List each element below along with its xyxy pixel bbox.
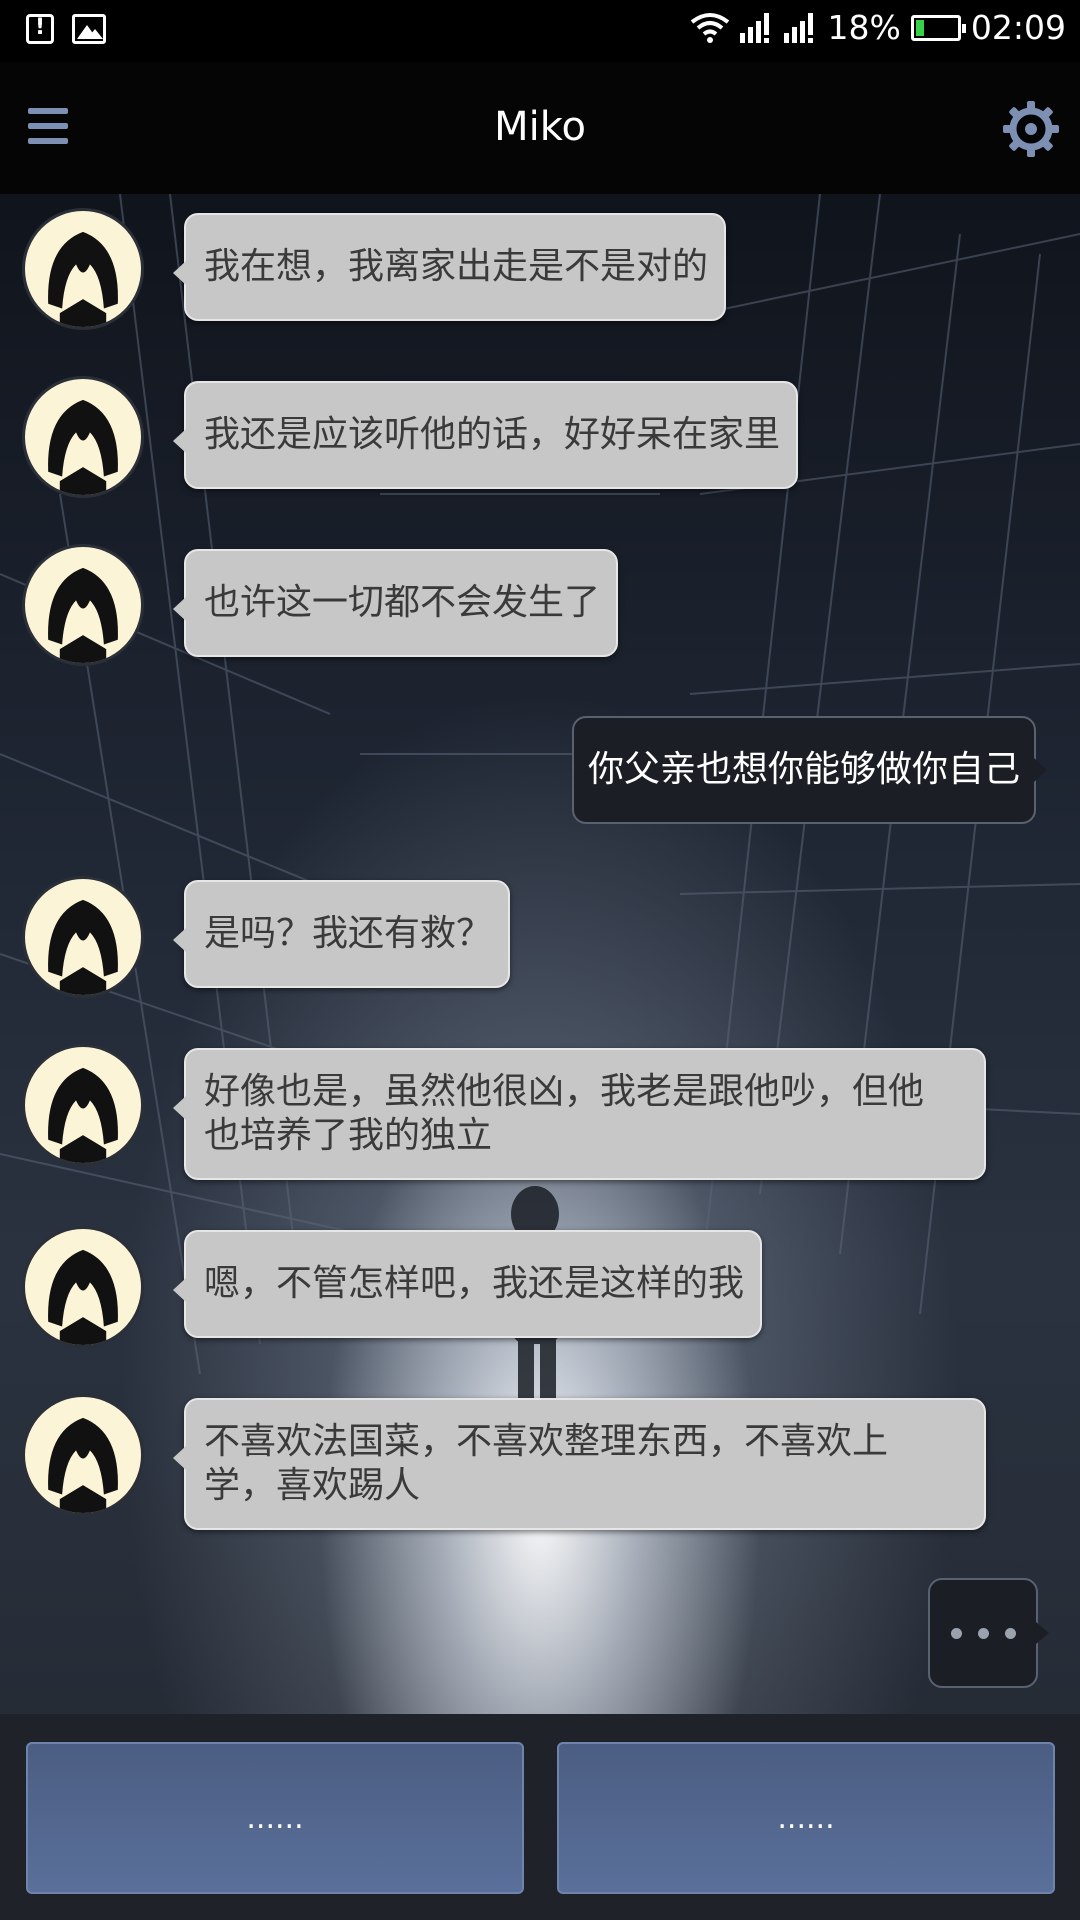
page-title: Miko xyxy=(494,104,586,150)
signal-icon xyxy=(739,12,769,43)
avatar[interactable] xyxy=(22,1394,144,1516)
battery-icon xyxy=(910,14,966,41)
avatar[interactable] xyxy=(22,376,144,498)
avatar[interactable] xyxy=(22,876,144,998)
message-line: 也培养了我的独立 xyxy=(204,1115,493,1156)
app-bar: Miko xyxy=(0,62,1080,194)
avatar[interactable] xyxy=(22,1226,144,1348)
message-line: 学，喜欢踢人 xyxy=(204,1465,421,1506)
message-bubble: 不喜欢法国菜，不喜欢整理东西，不喜欢上 学，喜欢踢人 xyxy=(173,1398,986,1530)
avatar[interactable] xyxy=(22,544,144,666)
gear-icon[interactable] xyxy=(1002,100,1060,158)
typing-indicator xyxy=(928,1578,1049,1688)
user-message-bubble: 你父亲也想你能够做你自己 xyxy=(571,716,1048,824)
message-line: 不喜欢法国菜，不喜欢整理东西，不喜欢上 xyxy=(204,1421,889,1462)
wifi-icon xyxy=(690,12,729,43)
message-bubble: 也许这一切都不会发生了 xyxy=(172,549,619,657)
signal-icon xyxy=(783,12,813,43)
reply-panel: ...... ...... xyxy=(0,1714,1080,1920)
message-line: 好像也是，虽然他很凶，我老是跟他吵，但他 xyxy=(204,1071,925,1112)
message-bubble: 是吗？我还有救？ xyxy=(172,880,511,988)
message-bubble: 我在想，我离家出走是不是对的 xyxy=(172,213,727,321)
message-bubble: 嗯，不管怎样吧，我还是这样的我 xyxy=(172,1230,763,1338)
reply-option-button[interactable]: ...... xyxy=(557,1742,1055,1894)
avatar[interactable] xyxy=(22,208,144,330)
reply-option-button[interactable]: ...... xyxy=(26,1742,524,1894)
alert-icon xyxy=(26,14,54,44)
clock: 02:09 xyxy=(970,8,1066,47)
avatar[interactable] xyxy=(22,1044,144,1166)
battery-percent: 18% xyxy=(827,8,901,47)
battery-level xyxy=(915,19,924,36)
message-bubble: 我还是应该听他的话，好好呆在家里 xyxy=(172,381,799,489)
status-bar: 18% 02:09 xyxy=(0,0,1080,62)
image-icon xyxy=(72,14,106,44)
message-bubble: 好像也是，虽然他很凶，我老是跟他吵，但他 也培养了我的独立 xyxy=(173,1048,986,1180)
chat-area[interactable]: 我在想，我离家出走是不是对的 我还是应该听他的话，好好呆在家里 也许这一切都不会… xyxy=(0,194,1080,1714)
